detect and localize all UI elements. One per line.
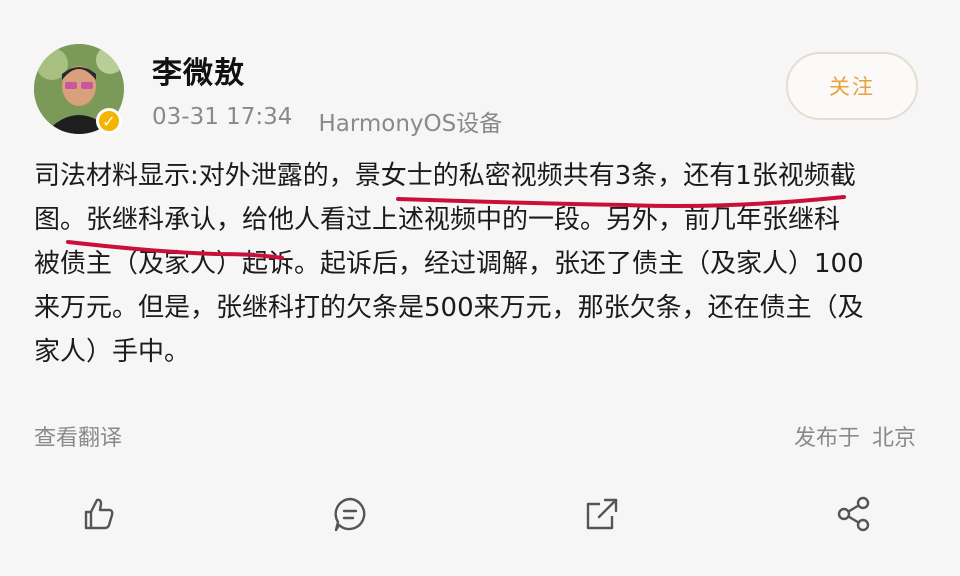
like-button[interactable] [76, 492, 120, 536]
repost-icon [586, 498, 618, 530]
verified-badge-icon: ✓ [96, 108, 122, 134]
translate-link[interactable]: 查看翻译 [34, 420, 122, 452]
username[interactable]: 李微敖 [152, 48, 245, 92]
follow-button[interactable]: 关注 [786, 52, 918, 120]
comment-icon [334, 497, 366, 532]
share-button[interactable] [832, 492, 876, 536]
location-name: 北京 [871, 426, 916, 451]
published-label: 发布于 [793, 426, 860, 451]
like-icon [84, 498, 114, 530]
post-location: 发布于 北京 [794, 420, 916, 452]
highlight-underline [66, 240, 284, 260]
post-text-line: 家人）手中。 [34, 337, 191, 367]
share-icon [837, 496, 870, 532]
post-date: 03-31 17:34 [152, 104, 293, 130]
comment-button[interactable] [328, 492, 372, 536]
post-meta: 03-31 17:34 HarmonyOS设备 [152, 104, 502, 138]
post-content: 司法材料显示:对外泄露的，景女士的私密视频共有3条，还有1张视频截 图。张继科承… [34, 154, 934, 374]
post-text-line: 来万元。但是，张继科打的欠条是500来万元，那张欠条，还在债主（及 [34, 293, 864, 323]
highlight-underline [396, 195, 846, 208]
repost-button[interactable] [580, 492, 624, 536]
weibo-post: ✓ 李微敖 03-31 17:34 HarmonyOS设备 关注 司法材料显示:… [0, 0, 960, 576]
post-device: HarmonyOS设备 [318, 111, 503, 137]
